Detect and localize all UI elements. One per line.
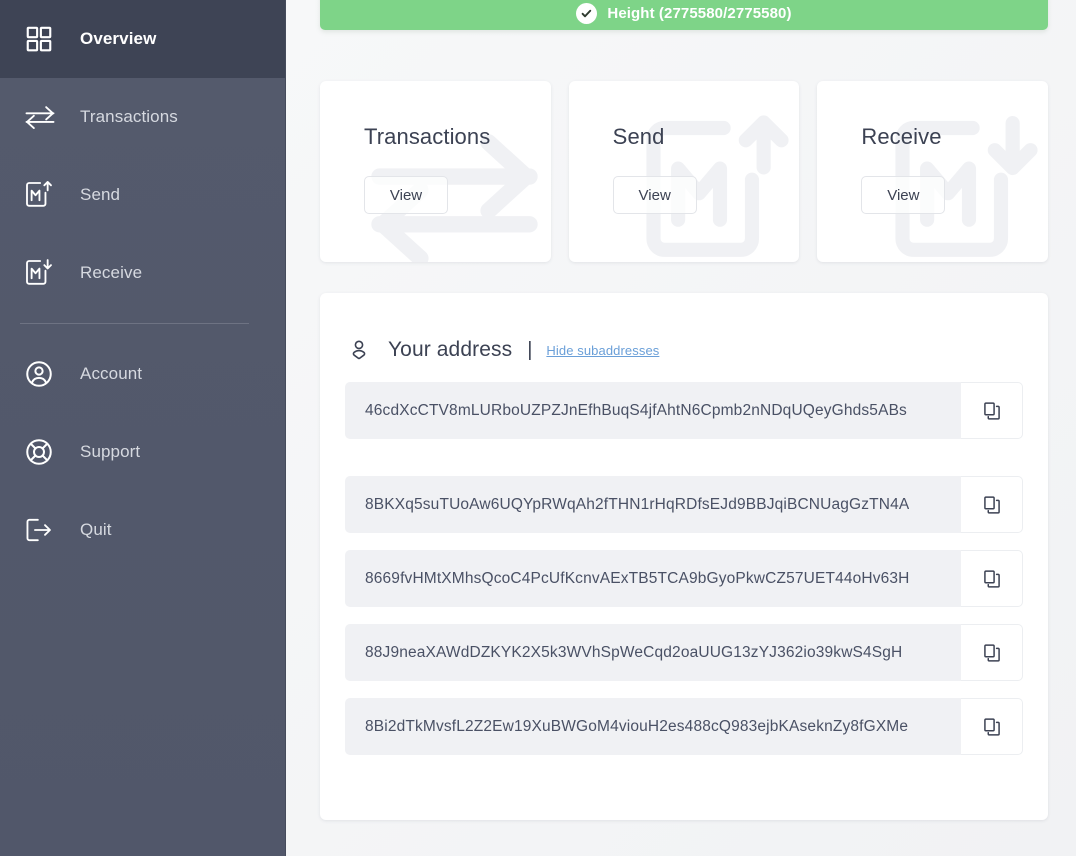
copy-icon xyxy=(982,569,1002,589)
view-button[interactable]: View xyxy=(861,176,945,214)
sidebar-item-receive[interactable]: Receive xyxy=(0,234,285,312)
view-button[interactable]: View xyxy=(613,176,697,214)
check-circle-icon xyxy=(576,3,597,24)
view-button[interactable]: View xyxy=(364,176,448,214)
sidebar-item-label: Receive xyxy=(80,263,142,283)
exit-icon xyxy=(24,515,60,545)
address-field[interactable]: 46cdXcCTV8mLURboUZPZJnEfhBuqS4jfAhtN6Cpm… xyxy=(345,382,961,439)
card-title: Transactions xyxy=(364,124,490,150)
address-field[interactable]: 8669fvHMtXMhsQcoC4PcUfKcnvAExTB5TCA9bGyo… xyxy=(345,550,961,607)
sidebar-divider xyxy=(20,323,249,324)
hide-subaddresses-link[interactable]: Hide subaddresses xyxy=(546,343,659,358)
sidebar-item-label: Support xyxy=(80,442,140,462)
app-window: Overview Transactions Send xyxy=(0,0,1076,856)
send-icon xyxy=(24,180,60,210)
sidebar: Overview Transactions Send xyxy=(0,0,286,856)
address-row: 46cdXcCTV8mLURboUZPZJnEfhBuqS4jfAhtN6Cpm… xyxy=(345,382,1023,439)
sidebar-item-send[interactable]: Send xyxy=(0,156,285,234)
sidebar-item-label: Quit xyxy=(80,520,112,540)
copy-address-button[interactable] xyxy=(961,550,1023,607)
sync-status-inner: Height (2775580/2775580) xyxy=(576,3,791,24)
sidebar-item-label: Account xyxy=(80,364,142,384)
copy-icon xyxy=(982,643,1002,663)
page-title: Your address xyxy=(388,338,512,362)
sidebar-item-account[interactable]: Account xyxy=(0,335,285,413)
sidebar-item-overview[interactable]: Overview xyxy=(0,0,285,78)
address-value: 8BKXq5suTUoAw6UQYpRWqAh2fTHN1rHqRDfsEJd9… xyxy=(365,496,909,514)
lifebuoy-icon xyxy=(24,437,60,467)
copy-icon xyxy=(982,717,1002,737)
card-receive[interactable]: Receive View xyxy=(817,81,1048,262)
copy-address-button[interactable] xyxy=(961,624,1023,681)
copy-icon xyxy=(982,401,1002,421)
address-pin-icon xyxy=(346,337,372,363)
copy-icon xyxy=(982,495,1002,515)
sync-status-text: Height (2775580/2775580) xyxy=(607,5,791,22)
sync-status-bar[interactable]: Height (2775580/2775580) xyxy=(320,0,1048,30)
address-row: 8669fvHMtXMhsQcoC4PcUfKcnvAExTB5TCA9bGyo… xyxy=(345,550,1023,607)
copy-address-button[interactable] xyxy=(961,476,1023,533)
copy-address-button[interactable] xyxy=(961,698,1023,755)
address-row: 8BKXq5suTUoAw6UQYpRWqAh2fTHN1rHqRDfsEJd9… xyxy=(345,476,1023,533)
sidebar-item-support[interactable]: Support xyxy=(0,413,285,491)
sidebar-item-transactions[interactable]: Transactions xyxy=(0,78,285,156)
address-value: 88J9neaXAWdDZKYK2X5k3WVhSpWeCqd2oaUUG13z… xyxy=(365,644,902,662)
transactions-icon xyxy=(24,102,60,132)
copy-address-button[interactable] xyxy=(961,382,1023,439)
address-field[interactable]: 8Bi2dTkMvsfL2Z2Ew19XuBWGoM4viouH2es488cQ… xyxy=(345,698,961,755)
title-separator: | xyxy=(527,339,532,362)
card-send[interactable]: Send View xyxy=(569,81,800,262)
address-list: 46cdXcCTV8mLURboUZPZJnEfhBuqS4jfAhtN6Cpm… xyxy=(320,382,1048,755)
address-value: 8Bi2dTkMvsfL2Z2Ew19XuBWGoM4viouH2es488cQ… xyxy=(365,718,908,736)
address-field[interactable]: 8BKXq5suTUoAw6UQYpRWqAh2fTHN1rHqRDfsEJd9… xyxy=(345,476,961,533)
sidebar-item-quit[interactable]: Quit xyxy=(0,491,285,569)
sidebar-item-label: Send xyxy=(80,185,120,205)
account-icon xyxy=(24,359,60,389)
main-content: Height (2775580/2775580) Transactions Vi… xyxy=(286,0,1076,856)
address-panel: Your address | Hide subaddresses 46cdXcC… xyxy=(320,293,1048,820)
address-value: 8669fvHMtXMhsQcoC4PcUfKcnvAExTB5TCA9bGyo… xyxy=(365,570,910,588)
card-transactions[interactable]: Transactions View xyxy=(320,81,551,262)
card-title: Receive xyxy=(861,124,941,150)
address-panel-header: Your address | Hide subaddresses xyxy=(320,293,1048,363)
address-row: 88J9neaXAWdDZKYK2X5k3WVhSpWeCqd2oaUUG13z… xyxy=(345,624,1023,681)
quick-action-cards: Transactions View Send View xyxy=(320,81,1048,262)
receive-icon xyxy=(24,258,60,288)
address-field[interactable]: 88J9neaXAWdDZKYK2X5k3WVhSpWeCqd2oaUUG13z… xyxy=(345,624,961,681)
sidebar-item-label: Overview xyxy=(80,29,156,49)
grid-icon xyxy=(24,24,60,54)
address-value: 46cdXcCTV8mLURboUZPZJnEfhBuqS4jfAhtN6Cpm… xyxy=(365,402,907,420)
sidebar-item-label: Transactions xyxy=(80,107,178,127)
address-row: 8Bi2dTkMvsfL2Z2Ew19XuBWGoM4viouH2es488cQ… xyxy=(345,698,1023,755)
card-title: Send xyxy=(613,124,665,150)
